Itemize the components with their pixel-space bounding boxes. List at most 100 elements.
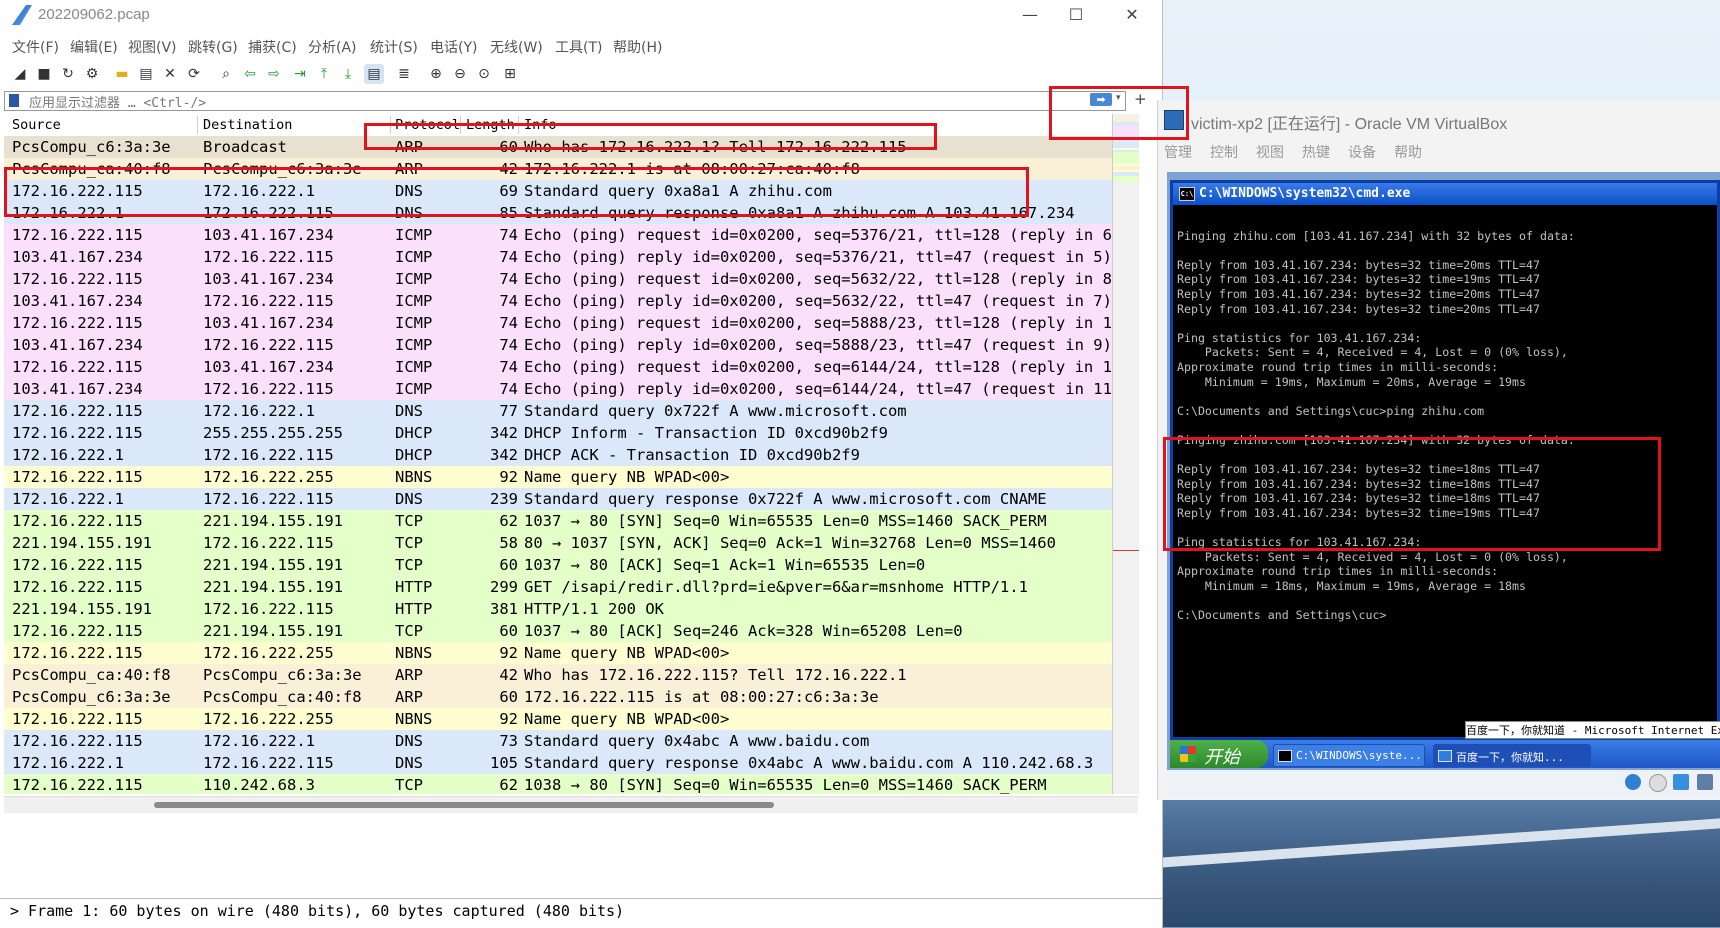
cell-proto: ICMP [395,358,433,376]
zoom-in-icon[interactable]: ⊕ [426,64,446,84]
packet-row[interactable]: 172.16.222.115 172.16.222.1 DNS 73 Standard … [4,730,1112,752]
packet-row[interactable]: 172.16.222.115 221.194.155.191 TCP 60 1037 →… [4,554,1112,576]
packet-details-pane: > Frame 1: 60 bytes on wire (480 bits), … [0,898,1162,928]
packet-row[interactable]: 103.41.167.234 172.16.222.115 ICMP 74 Echo (… [4,290,1112,312]
restart-icon[interactable]: ↻ [58,64,78,84]
menu-item-3[interactable]: 跳转(G) [188,37,238,57]
packet-minimap[interactable] [1112,114,1139,794]
go-forward-icon[interactable]: ⇨ [264,64,284,84]
packet-row[interactable]: 103.41.167.234 172.16.222.115 ICMP 74 Echo (… [4,334,1112,356]
zoom-out-icon[interactable]: ⊖ [450,64,470,84]
packet-row[interactable]: 172.16.222.115 110.242.68.3 TCP 62 1038 → 80… [4,774,1112,794]
cmd-line [1177,315,1717,330]
cell-len: 77 [499,402,518,420]
packet-row[interactable]: 103.41.167.234 172.16.222.115 ICMP 74 Echo (… [4,378,1112,400]
cell-dst: 255.255.255.255 [203,424,343,442]
packet-row[interactable]: 172.16.222.115 103.41.167.234 ICMP 74 Echo (… [4,224,1112,246]
cell-src: 172.16.222.115 [12,644,143,662]
cell-dst: 172.16.222.115 [203,446,334,464]
save-file-icon[interactable]: ▤ [136,64,156,84]
cmd-line: Approximate round trip times in milli-se… [1177,564,1499,579]
packet-row[interactable]: 221.194.155.191 172.16.222.115 HTTP 381 HTTP… [4,598,1112,620]
autoscroll-icon[interactable]: ▤ [364,64,384,84]
menu-item-7[interactable]: 电话(Y) [430,37,477,57]
first-packet-icon[interactable]: ⤒ [314,64,334,84]
minimize-button[interactable]: — [1010,4,1050,26]
vb-menu-item-0[interactable]: 管理 [1164,145,1192,161]
taskbar-item-ie[interactable]: 百度一下，你就知... [1433,744,1591,767]
packet-row[interactable]: 172.16.222.115 103.41.167.234 ICMP 74 Echo (… [4,356,1112,378]
menu-item-1[interactable]: 编辑(E) [70,37,118,57]
options-gear-icon[interactable]: ⚙ [82,64,102,84]
column-source[interactable]: Source [12,117,61,133]
cell-info: DHCP Inform - Transaction ID 0xcd90b2f9 [524,424,888,442]
taskbar-item-cmd[interactable]: C:\WINDOWS\syste... [1273,744,1425,767]
packet-row[interactable]: 172.16.222.1 172.16.222.115 DHCP 342 DHCP AC… [4,444,1112,466]
menu-item-9[interactable]: 工具(T) [555,37,602,57]
packet-row[interactable]: 103.41.167.234 172.16.222.115 ICMP 74 Echo (… [4,246,1112,268]
colorize-icon[interactable]: ≣ [394,64,414,84]
vb-menu-item-1[interactable]: 控制 [1210,145,1238,161]
menu-item-4[interactable]: 捕获(C) [248,37,297,57]
packet-row[interactable]: 172.16.222.115 172.16.222.255 NBNS 92 Name q… [4,466,1112,488]
menu-item-5[interactable]: 分析(A) [308,37,357,57]
cell-proto: ICMP [395,380,433,398]
start-button[interactable]: 开始 [1170,740,1268,768]
packet-row[interactable]: 172.16.222.1 172.16.222.115 DNS 105 Standard… [4,752,1112,774]
menu-item-0[interactable]: 文件(F) [12,37,59,57]
cell-proto: DNS [395,754,423,772]
horizontal-scrollbar[interactable] [4,796,1138,813]
open-folder-icon[interactable]: ▬ [112,64,132,84]
vb-menu-item-5[interactable]: 帮助 [1394,145,1422,161]
zoom-normal-icon[interactable]: ⊙ [474,64,494,84]
packet-row[interactable]: 221.194.155.191 172.16.222.115 TCP 58 80 → 1… [4,532,1112,554]
packet-row[interactable]: 172.16.222.115 255.255.255.255 DHCP 342 DHCP… [4,422,1112,444]
packet-row[interactable]: 172.16.222.115 221.194.155.191 TCP 60 1037 →… [4,620,1112,642]
packet-row[interactable]: 172.16.222.115 103.41.167.234 ICMP 74 Echo (… [4,312,1112,334]
packet-row[interactable]: 172.16.222.115 103.41.167.234 ICMP 74 Echo (… [4,268,1112,290]
go-back-icon[interactable]: ⇦ [240,64,260,84]
packet-row[interactable]: 172.16.222.115 172.16.222.1 DNS 77 Standard … [4,400,1112,422]
shark-fin-start-icon[interactable]: ◢ [10,64,30,84]
column-destination[interactable]: Destination [203,117,292,133]
packet-row[interactable]: 172.16.222.115 172.16.222.255 NBNS 92 Name q… [4,708,1112,730]
highlight-arp-request [364,123,937,150]
cmd-line: Approximate round trip times in milli-se… [1177,359,1499,374]
maximize-button[interactable]: ☐ [1056,4,1096,26]
display-filter-input[interactable]: 应用显示过滤器 … <Ctrl-/> [4,91,1126,111]
vb-menu-item-4[interactable]: 设备 [1348,145,1376,161]
menu-item-2[interactable]: 视图(V) [128,37,177,57]
packet-row[interactable]: 172.16.222.1 172.16.222.115 DNS 239 Standard… [4,488,1112,510]
packet-row[interactable]: 172.16.222.115 172.16.222.255 NBNS 92 Name q… [4,642,1112,664]
menu-item-8[interactable]: 无线(W) [490,37,543,57]
reload-icon[interactable]: ⟳ [184,64,204,84]
last-packet-icon[interactable]: ⤓ [338,64,358,84]
scrollbar-thumb[interactable] [154,802,774,808]
packet-row[interactable]: PcsCompu_ca:40:f8 PcsCompu_c6:3a:3e ARP 42 W… [4,664,1112,686]
vb-menu-item-2[interactable]: 视图 [1256,145,1284,161]
packet-row[interactable]: 172.16.222.115 221.194.155.191 TCP 62 1037 →… [4,510,1112,532]
go-to-packet-icon[interactable]: ⇥ [290,64,310,84]
cell-len: 73 [499,732,518,750]
ie-window-caption[interactable]: 百度一下，你就知道 - Microsoft Internet Explorer [1465,721,1720,739]
menu-item-6[interactable]: 统计(S) [370,37,418,57]
stop-icon[interactable]: ■ [34,64,54,84]
packet-row[interactable]: PcsCompu_c6:3a:3e PcsCompu_ca:40:f8 ARP 60 1… [4,686,1112,708]
cell-proto: DNS [395,402,423,420]
vb-menu-item-3[interactable]: 热键 [1302,145,1330,161]
menu-item-10[interactable]: 帮助(H) [613,37,662,57]
close-file-icon[interactable]: ✕ [160,64,180,84]
packet-row[interactable]: 172.16.222.115 221.194.155.191 HTTP 299 GET … [4,576,1112,598]
cell-info: 1038 → 80 [SYN] Seq=0 Win=65535 Len=0 MS… [524,776,1047,794]
usb-icon[interactable] [1625,774,1641,790]
find-icon[interactable]: ⌕ [216,64,236,84]
frame-summary[interactable]: > Frame 1: 60 bytes on wire (480 bits), … [10,902,624,920]
optical-drive-icon[interactable] [1649,774,1667,792]
network-icon[interactable] [1673,774,1689,790]
cell-proto: ICMP [395,314,433,332]
resize-columns-icon[interactable]: ⊞ [500,64,520,84]
shared-folder-icon[interactable] [1697,774,1713,790]
close-button[interactable]: ✕ [1112,4,1152,26]
cell-info: 1037 → 80 [SYN] Seq=0 Win=65535 Len=0 MS… [524,512,1047,530]
bookmark-icon[interactable] [9,94,19,107]
